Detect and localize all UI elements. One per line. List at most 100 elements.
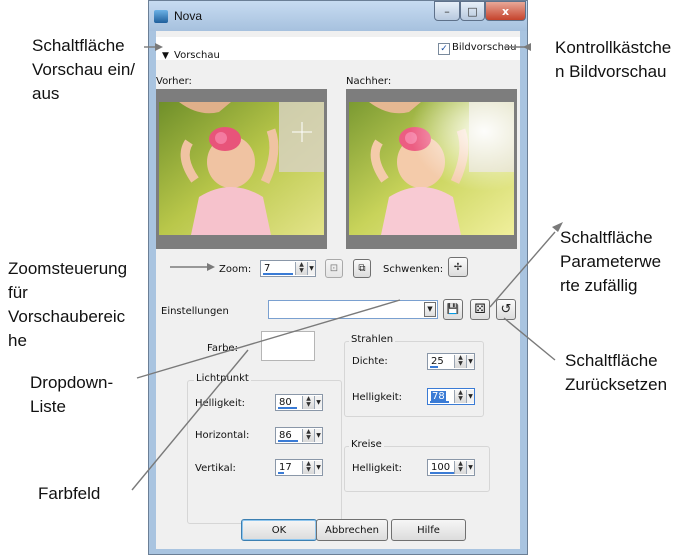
ok-button[interactable]: OK xyxy=(241,519,317,541)
save-preset-button[interactable]: 💾 xyxy=(443,299,463,320)
callout-preview-toggle-line: Vorschau ein/ xyxy=(32,60,136,79)
lichtpunkt-vertikal-dropdown[interactable]: ▼ xyxy=(314,461,322,474)
callout-zoom-line: für xyxy=(8,283,28,302)
callout-preview-toggle-line: aus xyxy=(32,84,60,103)
pan-label: Schwenken: xyxy=(383,264,444,275)
strahlen-dichte-label: Dichte: xyxy=(352,356,388,367)
callout-randomize-line: Parameterwe xyxy=(560,252,662,271)
kreise-helligkeit-dropdown[interactable]: ▼ xyxy=(466,461,474,474)
strahlen-dichte-dropdown[interactable]: ▼ xyxy=(466,355,474,368)
maximize-icon: □ xyxy=(467,4,478,18)
app-icon xyxy=(154,10,168,23)
lichtpunkt-vertikal-slider[interactable] xyxy=(278,472,284,474)
pan-button[interactable]: ✢ xyxy=(448,257,468,277)
callout-randomize: Schaltfläche Parameterwe rte zufällig xyxy=(560,226,661,298)
save-icon: 💾 xyxy=(446,304,460,315)
lichtpunkt-horizontal-spinbox[interactable]: 86 ▲ ▼ ▼ xyxy=(275,427,323,444)
callout-dropdown-line: Dropdown- xyxy=(30,373,114,392)
after-preview-image xyxy=(349,102,514,235)
lichtpunkt-helligkeit-stepper[interactable]: ▲ ▼ xyxy=(302,396,314,409)
strahlen-dichte-slider[interactable] xyxy=(430,366,438,368)
zoom-stepper[interactable]: ▲ ▼ xyxy=(295,262,307,275)
zoom-spinbox[interactable]: 7 ▲ ▼ ▼ xyxy=(260,260,316,277)
preview-bar: ▼ Vorschau ✓ Bildvorschau xyxy=(156,37,520,62)
kreise-group-title: Kreise xyxy=(349,439,384,450)
close-button[interactable]: x xyxy=(485,1,526,21)
callout-randomize-line: Schaltfläche xyxy=(560,228,653,247)
lichtpunkt-horizontal-dropdown[interactable]: ▼ xyxy=(314,429,322,442)
strahlen-helligkeit-spinbox[interactable]: 78 ▲ ▼ ▼ xyxy=(427,388,475,405)
settings-dropdown[interactable]: ▼ xyxy=(268,300,438,319)
callout-randomize-line: rte zufällig xyxy=(560,276,638,295)
lichtpunkt-horizontal-slider[interactable] xyxy=(278,440,298,442)
checkmark-icon: ✓ xyxy=(440,44,448,54)
strahlen-dichte-stepper[interactable]: ▲ ▼ xyxy=(454,355,466,368)
after-preview-pane[interactable] xyxy=(346,89,517,249)
randomize-parameters-button[interactable]: ⚄ xyxy=(470,299,490,320)
callout-dropdown-line: Liste xyxy=(30,397,66,416)
lichtpunkt-vertikal-label: Vertikal: xyxy=(195,463,236,474)
before-preview-pane[interactable] xyxy=(156,89,327,249)
callout-zoom-line: Vorschaubereic xyxy=(8,307,126,326)
minimize-icon: – xyxy=(444,4,450,18)
zoom-actual-button[interactable]: ⧉ xyxy=(353,259,371,278)
preview-toggle-button[interactable]: ▼ Vorschau xyxy=(162,43,220,62)
strahlen-helligkeit-stepper[interactable]: ▲ ▼ xyxy=(454,390,466,403)
settings-label: Einstellungen xyxy=(161,306,229,317)
callout-preview-toggle: Schaltfläche Vorschau ein/ aus xyxy=(32,34,135,106)
cancel-button-label: Abbrechen xyxy=(325,524,379,536)
help-button[interactable]: Hilfe xyxy=(391,519,466,541)
callout-dropdown: Dropdown- Liste xyxy=(30,371,113,419)
color-label: Farbe: xyxy=(207,343,238,354)
title-bar[interactable]: Nova – □ x xyxy=(149,1,527,31)
lichtpunkt-helligkeit-slider[interactable] xyxy=(278,407,297,409)
minimize-button[interactable]: – xyxy=(434,1,460,21)
cancel-button[interactable]: Abbrechen xyxy=(316,519,388,541)
kreise-helligkeit-stepper[interactable]: ▲ ▼ xyxy=(454,461,466,474)
callout-reset-line: Schaltfläche xyxy=(565,351,658,370)
pan-icon: ✢ xyxy=(453,261,463,273)
callout-color-field: Farbfeld xyxy=(38,482,100,506)
zoom-dropdown-arrow[interactable]: ▼ xyxy=(307,262,315,275)
lichtpunkt-vertikal-spinbox[interactable]: 17 ▲ ▼ ▼ xyxy=(275,459,323,476)
lichtpunkt-helligkeit-dropdown[interactable]: ▼ xyxy=(314,396,322,409)
settings-dropdown-arrow[interactable]: ▼ xyxy=(424,302,436,317)
close-icon: x xyxy=(501,4,510,18)
window-title: Nova xyxy=(174,9,203,23)
callout-image-preview-line: n Bildvorschau xyxy=(555,62,667,81)
zoom-fit-button[interactable]: ⊡ xyxy=(325,259,343,278)
lichtpunkt-helligkeit-spinbox[interactable]: 80 ▲ ▼ ▼ xyxy=(275,394,323,411)
callout-zoom-line: he xyxy=(8,331,27,350)
after-label: Nachher: xyxy=(346,76,392,87)
lichtpunkt-group-title: Lichtpunkt xyxy=(194,373,251,384)
kreise-helligkeit-slider[interactable] xyxy=(430,472,454,474)
callout-zoom-control: Zoomsteuerung für Vorschaubereic he xyxy=(8,257,127,353)
zoom-actual-icon: ⧉ xyxy=(358,263,366,274)
help-button-label: Hilfe xyxy=(417,524,440,536)
lichtpunkt-vertikal-stepper[interactable]: ▲ ▼ xyxy=(302,461,314,474)
nova-dialog-window: Nova – □ x ▼ Vorschau ✓ Bildvorschau Vor… xyxy=(148,0,528,555)
image-preview-checkbox[interactable]: ✓ xyxy=(438,43,450,55)
strahlen-helligkeit-dropdown[interactable]: ▼ xyxy=(466,390,474,403)
kreise-helligkeit-spinbox[interactable]: 100 ▲ ▼ ▼ xyxy=(427,459,475,476)
callout-color-field-line: Farbfeld xyxy=(38,484,101,503)
callout-image-preview-checkbox: Kontrollkästche n Bildvorschau xyxy=(555,36,671,84)
callout-preview-toggle-line: Schaltfläche xyxy=(32,36,125,55)
maximize-button[interactable]: □ xyxy=(460,1,485,21)
reset-button[interactable]: ↺ xyxy=(496,299,516,320)
callout-zoom-line: Zoomsteuerung xyxy=(8,259,128,278)
callout-reset-line: Zurücksetzen xyxy=(565,375,668,394)
zoom-slider-track[interactable] xyxy=(263,273,293,275)
color-swatch[interactable] xyxy=(261,331,315,361)
lichtpunkt-horizontal-label: Horizontal: xyxy=(195,430,250,441)
image-preview-label: Bildvorschau xyxy=(452,42,517,53)
reset-icon: ↺ xyxy=(500,302,512,317)
strahlen-dichte-spinbox[interactable]: 25 ▲ ▼ ▼ xyxy=(427,353,475,370)
lichtpunkt-helligkeit-label: Helligkeit: xyxy=(195,398,246,409)
lichtpunkt-horizontal-stepper[interactable]: ▲ ▼ xyxy=(302,429,314,442)
strahlen-helligkeit-label: Helligkeit: xyxy=(352,392,403,403)
before-label: Vorher: xyxy=(156,76,192,87)
zoom-fit-icon: ⊡ xyxy=(329,263,339,274)
strahlen-helligkeit-slider[interactable] xyxy=(430,401,449,403)
callout-reset: Schaltfläche Zurücksetzen xyxy=(565,349,667,397)
